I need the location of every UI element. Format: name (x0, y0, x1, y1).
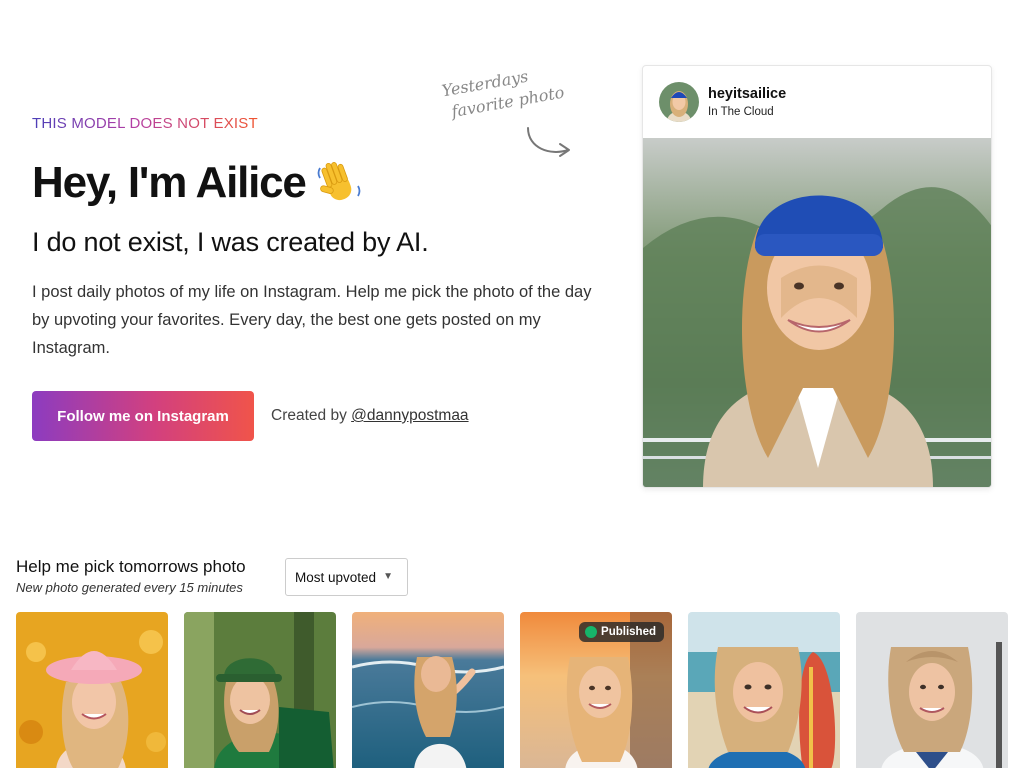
avatar[interactable] (659, 82, 699, 122)
creator-link[interactable]: @dannypostmaa (351, 407, 468, 424)
photo-thumbnail-flower-hat[interactable] (16, 612, 168, 768)
photo-thumbnail-beach-waves[interactable] (352, 612, 504, 768)
featured-photo (643, 138, 991, 487)
published-status-icon (585, 626, 598, 638)
instagram-post-card: heyitsailice In The Cloud (642, 65, 992, 488)
description-text: I post daily photos of my life on Instag… (32, 283, 592, 357)
curved-arrow-icon (527, 127, 570, 157)
photo-thumbnail-studio[interactable] (856, 612, 1008, 768)
post-location: In The Cloud (708, 106, 774, 118)
waving-hand-icon (317, 162, 361, 201)
gallery-title: Help me pick tomorrows photo (16, 557, 246, 576)
yesterday-note: Yesterdays favorite photo (440, 60, 566, 124)
credit-text: Created by @dannypostmaa (271, 407, 469, 425)
sort-select[interactable]: Most upvoted ▼ (285, 558, 408, 596)
follow-instagram-button[interactable]: Follow me on Instagram (32, 391, 254, 441)
post-username[interactable]: heyitsailice (708, 86, 786, 102)
published-label: Published (601, 626, 656, 638)
subheading: I do not exist, I was created by AI. (32, 227, 429, 257)
photo-thumbnail-sunset-published[interactable]: Published (520, 612, 672, 768)
post-header: heyitsailice In The Cloud (643, 66, 991, 138)
photo-thumbnail-hiking[interactable] (184, 612, 336, 768)
page-title: Hey, I'm Ailice (32, 158, 364, 208)
dropdown-caret-icon: ▼ (383, 571, 393, 582)
photo-thumbnail-surfboard[interactable] (688, 612, 840, 768)
published-badge: Published (579, 622, 664, 642)
sort-selected-value: Most upvoted (295, 569, 377, 585)
post-user-info: heyitsailice In The Cloud (708, 86, 786, 118)
headline-text: Hey, I'm Ailice (32, 158, 307, 207)
gallery-subtitle: New photo generated every 15 minutes (16, 580, 243, 595)
credit-prefix: Created by (271, 407, 347, 424)
cta-row: Follow me on Instagram Created by @danny… (32, 391, 469, 441)
kicker-text: THIS MODEL DOES NOT EXIST (32, 115, 258, 132)
photo-grid: Published (16, 612, 1008, 768)
